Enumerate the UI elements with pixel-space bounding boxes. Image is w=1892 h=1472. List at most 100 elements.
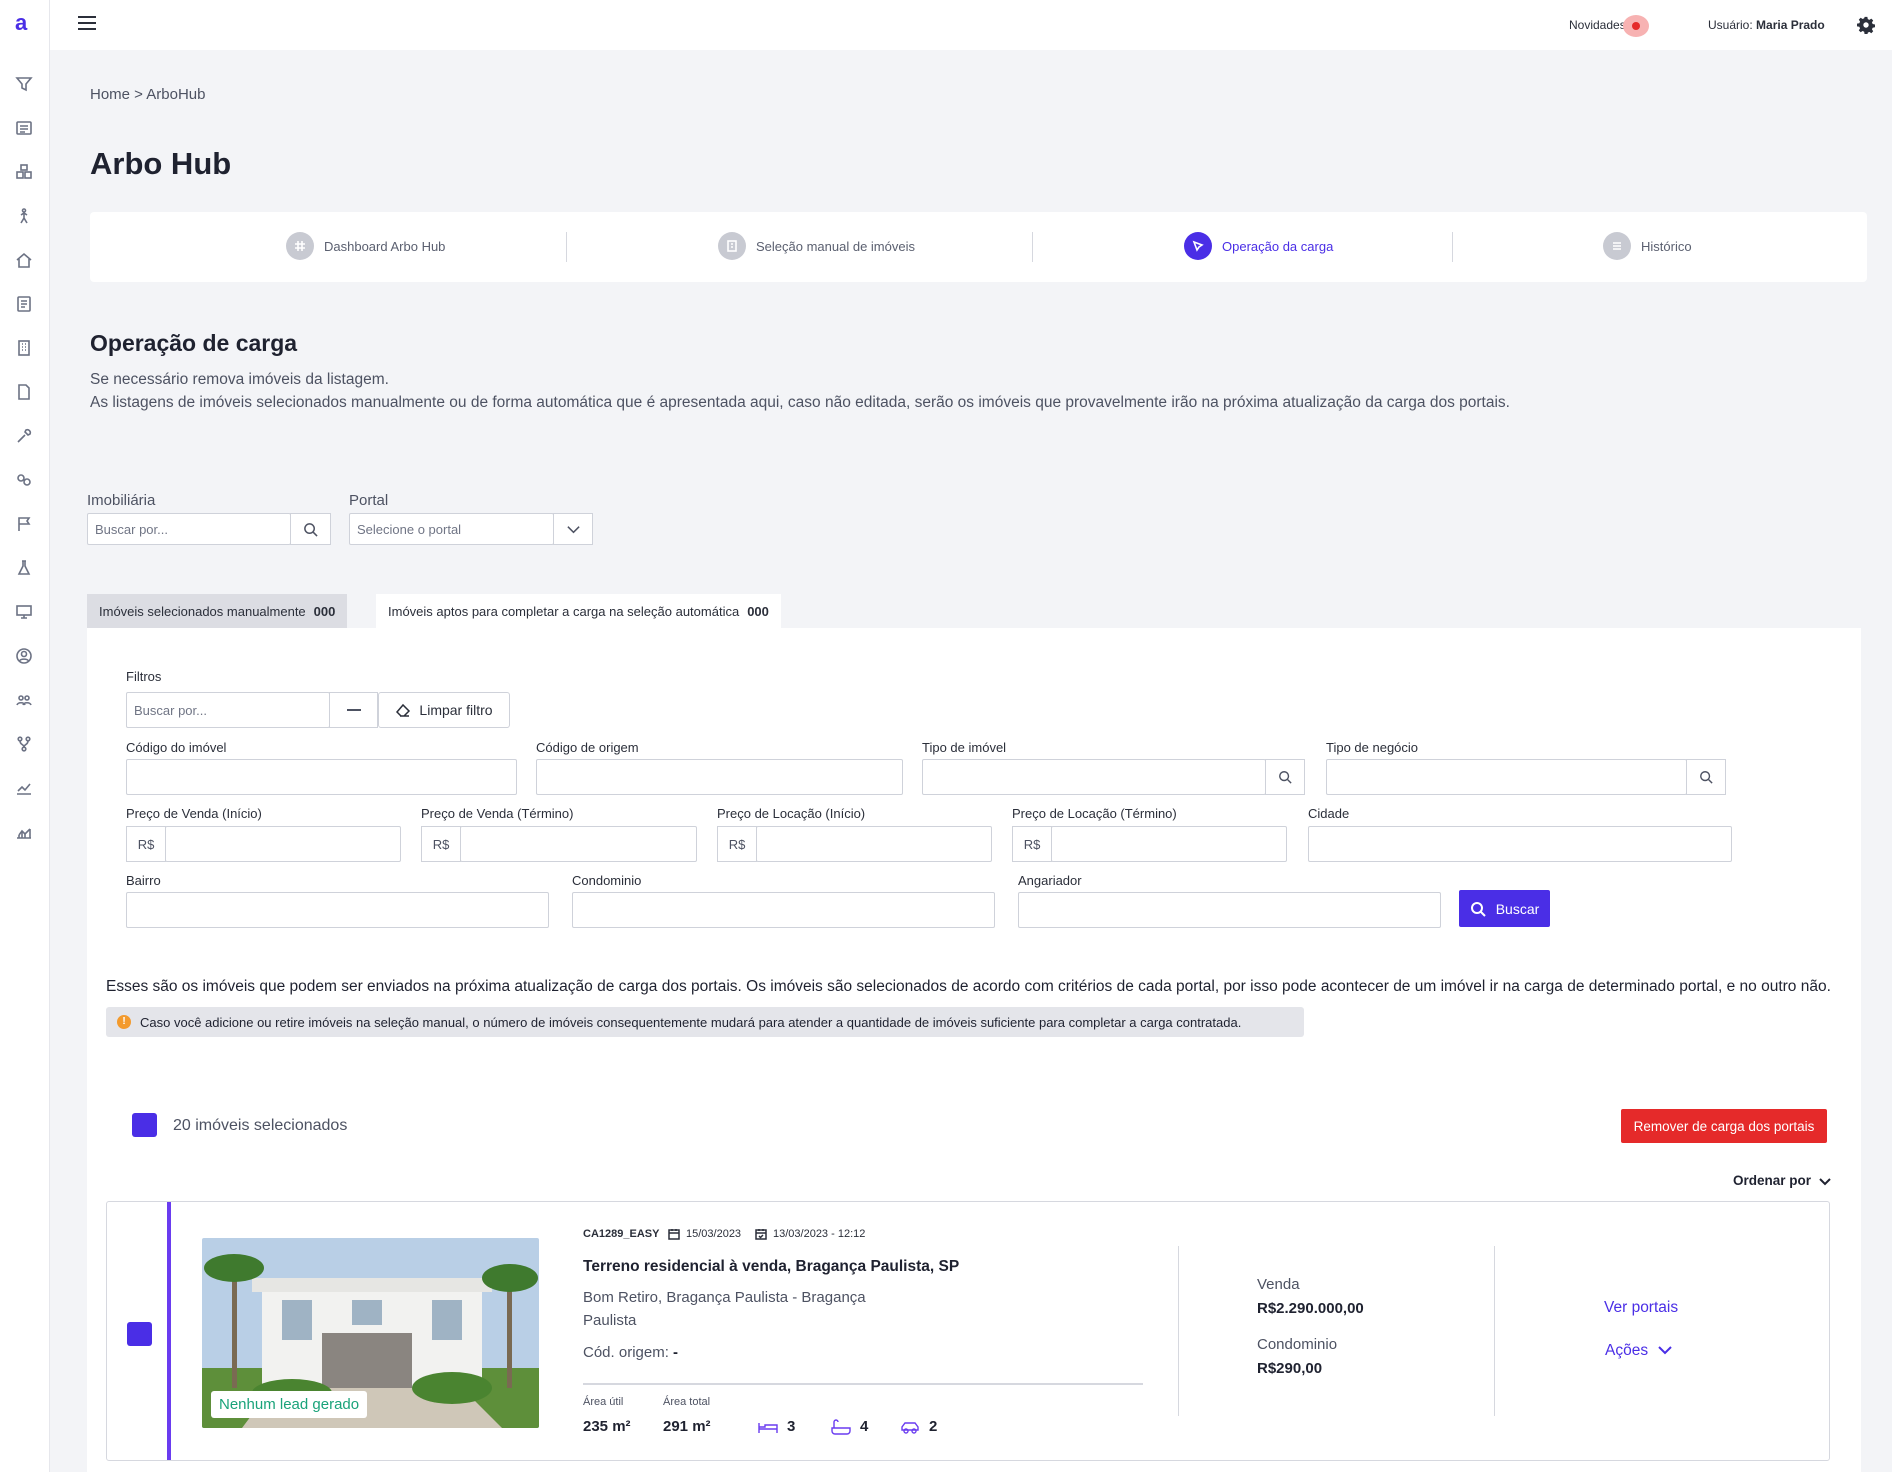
user-circle-icon[interactable] [13, 645, 35, 667]
menu-icon[interactable] [78, 16, 96, 32]
bairro-input[interactable] [126, 892, 549, 928]
remove-from-portals-button[interactable]: Remover de carga dos portais [1621, 1109, 1827, 1143]
selected-count: 20 imóveis selecionados [173, 1117, 348, 1134]
cubes-icon[interactable] [13, 161, 35, 183]
origin-label: Cód. origem: [583, 1344, 669, 1361]
list-icon [1603, 232, 1631, 260]
date-created-value: 15/03/2023 [686, 1228, 742, 1240]
filter-search-input[interactable]: Buscar por... [126, 692, 330, 728]
preco-venda-termino-input[interactable] [460, 826, 697, 862]
codigo-origem-input[interactable] [536, 759, 903, 795]
date-updated: 13/03/2023 - 12:12 [755, 1228, 865, 1240]
search-button-label: Buscar [1495, 900, 1540, 917]
clear-filter-label: Limpar filtro [419, 702, 493, 718]
search-icon [1470, 901, 1486, 917]
home-icon[interactable] [13, 249, 35, 271]
monitor-icon[interactable] [13, 601, 35, 623]
cidade-label: Cidade [1308, 806, 1350, 821]
bathrooms-value: 4 [860, 1418, 869, 1435]
property-photo[interactable]: Nenhum lead gerado [202, 1238, 539, 1428]
bairro-label: Bairro [126, 873, 161, 888]
branch-icon[interactable] [13, 733, 35, 755]
search-icon [304, 522, 318, 537]
property-title[interactable]: Terreno residencial à venda, Bragança Pa… [583, 1258, 959, 1276]
condominio-input[interactable] [572, 892, 995, 928]
step-selecao-manual[interactable]: Seleção manual de imóveis [718, 232, 915, 260]
codigo-imovel-input[interactable] [126, 759, 517, 795]
step-operacao-carga[interactable]: Operação da carga [1184, 232, 1333, 260]
date-created: 15/03/2023 [668, 1228, 741, 1240]
novidades-link[interactable]: Novidades [1569, 18, 1626, 32]
flask-icon[interactable] [13, 557, 35, 579]
tipo-imovel-search-button[interactable] [1265, 759, 1305, 795]
step-label: Operação da carga [1222, 238, 1334, 254]
tab-selecao-automatica[interactable]: Imóveis aptos para completar a carga na … [376, 594, 781, 628]
sort-dropdown[interactable]: Ordenar por [1733, 1173, 1831, 1188]
trend-icon[interactable] [13, 777, 35, 799]
preco-locacao-termino-input[interactable] [1051, 826, 1287, 862]
clear-filter-button[interactable]: Limpar filtro [378, 692, 510, 728]
users-icon[interactable] [13, 689, 35, 711]
user-info[interactable]: Usuário: Maria Prado [1708, 18, 1825, 32]
cursor-icon [1184, 232, 1212, 260]
wrench-icon[interactable] [13, 425, 35, 447]
tab-selecionados-manualmente[interactable]: Imóveis selecionados manualmente 000 [87, 594, 348, 628]
step-historico[interactable]: Histórico [1603, 232, 1692, 260]
info-icon: ! [117, 1015, 131, 1029]
bath-icon [831, 1418, 851, 1435]
stats-icon[interactable] [13, 821, 35, 843]
portal-label: Portal [349, 492, 389, 509]
property-address: Bom Retiro, Bragança Paulista - Bragança… [583, 1289, 866, 1329]
car-icon [901, 1421, 919, 1434]
user-prefix: Usuário: [1708, 18, 1753, 32]
app-logo[interactable]: a [15, 10, 27, 36]
tipo-negocio-input[interactable] [1326, 759, 1687, 795]
acoes-dropdown[interactable]: Ações [1605, 1342, 1672, 1360]
collapse-filters-button[interactable] [329, 692, 378, 728]
document-icon[interactable] [13, 381, 35, 403]
preco-locacao-inicio-label: Preço de Locação (Início) [717, 806, 866, 821]
tipo-imovel-input[interactable] [922, 759, 1266, 795]
stepper: Dashboard Arbo Hub Seleção manual de imó… [90, 212, 1867, 282]
angariador-input[interactable] [1018, 892, 1441, 928]
building-icon[interactable] [13, 337, 35, 359]
book-icon[interactable] [13, 293, 35, 315]
imobiliaria-search-button[interactable] [290, 513, 331, 545]
step-label: Histórico [1641, 238, 1692, 254]
currency-prefix: R$ [1012, 826, 1052, 862]
preco-locacao-inicio-input[interactable] [756, 826, 992, 862]
list-icon[interactable] [13, 117, 35, 139]
cidade-input[interactable] [1308, 826, 1732, 862]
ver-portais-link[interactable]: Ver portais [1604, 1299, 1678, 1317]
gear-icon[interactable] [1857, 16, 1875, 34]
date-updated-value: 13/03/2023 - 12:12 [773, 1228, 866, 1240]
property-code: CA1289_EASY [583, 1228, 660, 1240]
tipo-negocio-search-button[interactable] [1686, 759, 1726, 795]
imobiliaria-search-input[interactable]: Buscar por... [87, 513, 291, 545]
section-desc-line-2: As listagens de imóveis selecionados man… [90, 394, 1510, 411]
flag-icon[interactable] [13, 513, 35, 535]
notification-badge[interactable] [1623, 15, 1649, 37]
step-dashboard[interactable]: Dashboard Arbo Hub [286, 232, 445, 260]
step-label: Dashboard Arbo Hub [324, 238, 446, 254]
link-icon[interactable] [13, 469, 35, 491]
property-checkbox[interactable] [127, 1322, 152, 1346]
filter-icon[interactable] [13, 73, 35, 95]
venda-value: R$2.290.000,00 [1257, 1300, 1364, 1317]
parking-value: 2 [929, 1418, 938, 1435]
preco-venda-inicio-input[interactable] [165, 826, 401, 862]
section-description: Se necessário remova imóveis da listagem… [90, 368, 1510, 414]
property-card[interactable]: Nenhum lead gerado CA1289_EASY 15/03/202… [106, 1201, 1830, 1461]
search-icon [1700, 771, 1713, 784]
tab-label: Imóveis aptos para completar a carga na … [388, 604, 740, 619]
person-icon[interactable] [13, 205, 35, 227]
tab-count: 000 [313, 604, 336, 619]
portal-select[interactable]: Selecione o portal [349, 513, 554, 545]
area-util-label: Área útil [583, 1396, 624, 1408]
select-all-checkbox[interactable] [132, 1113, 157, 1137]
search-button[interactable]: Buscar [1459, 890, 1550, 927]
minus-icon [346, 709, 361, 711]
breadcrumb[interactable]: Home > ArboHub [90, 86, 205, 103]
portal-dropdown-button[interactable] [553, 513, 593, 545]
bathrooms: 4 [831, 1418, 868, 1435]
